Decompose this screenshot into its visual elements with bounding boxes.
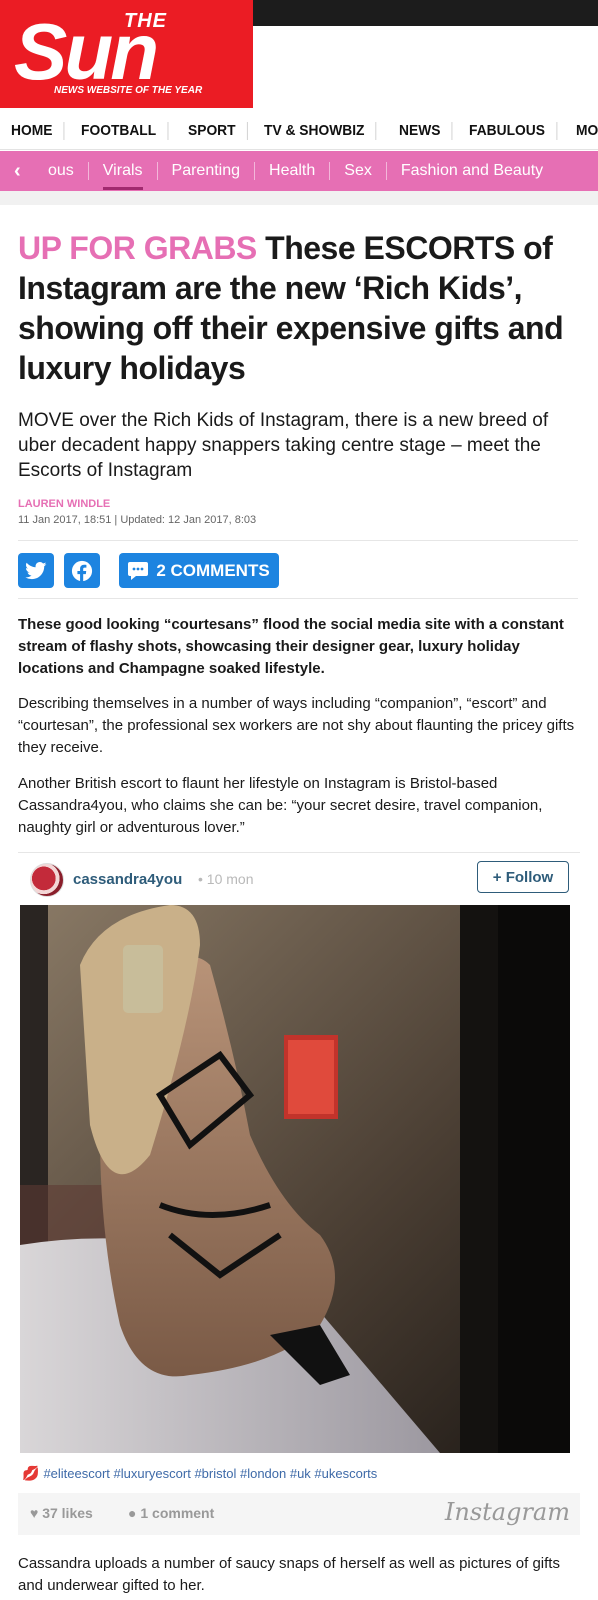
logo-the: THE — [124, 10, 167, 32]
subnav-item-sex[interactable]: Sex — [330, 162, 387, 180]
sun-logo[interactable]: Sun THE NEWS WEBSITE OF THE YEAR — [0, 0, 253, 108]
nav-item-sport[interactable]: SPORT — [177, 121, 248, 140]
article-paragraph: Describing themselves in a number of way… — [18, 695, 575, 756]
logo-tagline: NEWS WEBSITE OF THE YEAR — [54, 85, 203, 96]
instagram-hashtags[interactable]: 💋 #eliteescort #luxuryescort #bristol #l… — [22, 1465, 377, 1482]
chevron-left-icon[interactable]: ‹ — [0, 160, 34, 183]
instagram-username[interactable]: cassandra4you — [73, 871, 182, 888]
nav-item-football[interactable]: FOOTBALL — [70, 121, 169, 140]
photo-image — [20, 905, 570, 1453]
instagram-photo[interactable] — [20, 905, 570, 1453]
heart-icon: ♥ — [30, 1505, 43, 1521]
follow-button[interactable]: + Follow — [477, 861, 569, 893]
likes-text: 37 likes — [42, 1505, 93, 1521]
publish-dates: 11 Jan 2017, 18:51 | Updated: 12 Jan 201… — [18, 514, 257, 526]
instagram-embed: cassandra4you • 10 mon + Follow 💋 #elite… — [18, 852, 580, 1542]
comments-text: 1 comment — [140, 1505, 215, 1521]
subnav-item-virals[interactable]: Virals — [89, 162, 158, 190]
comments-button-label: 2 COMMENTS — [156, 560, 270, 580]
article-headline: UP FOR GRABS These ESCORTS of Instagram … — [18, 228, 583, 388]
headline-kicker: UP FOR GRABS — [18, 230, 257, 266]
divider-line — [18, 540, 578, 541]
nav-item-home[interactable]: HOME — [0, 121, 65, 140]
hashtags-text: #eliteescort #luxuryescort #bristol #lon… — [43, 1466, 378, 1481]
subnav-item-parenting[interactable]: Parenting — [158, 162, 256, 180]
site-header: Sun THE NEWS WEBSITE OF THE YEAR — [0, 0, 598, 108]
sub-nav: ‹ ous Virals Parenting Health Sex Fashio… — [0, 151, 598, 191]
subnav-item-health[interactable]: Health — [255, 162, 331, 180]
nav-item-tv-showbiz[interactable]: TV & SHOWBIZ — [253, 121, 377, 140]
speech-bubble-icon: ● — [128, 1505, 141, 1521]
nav-item-fabulous[interactable]: FABULOUS — [458, 121, 557, 140]
subnav-item-fashion-beauty[interactable]: Fashion and Beauty — [387, 162, 557, 180]
divider-line — [18, 598, 578, 599]
article-paragraph: Another British escort to flaunt her lif… — [18, 775, 543, 836]
instagram-footer: ♥ 37 likes ● 1 comment Instagram — [18, 1493, 580, 1535]
article-standfirst: MOVE over the Rich Kids of Instagram, th… — [18, 410, 549, 481]
article-lead-paragraph: These good looking “courtesans” flood th… — [18, 616, 564, 677]
lips-icon: 💋 — [22, 1465, 40, 1481]
facebook-icon — [71, 560, 93, 582]
post-time: • 10 mon — [198, 871, 254, 887]
article-paragraph: Cassandra uploads a number of saucy snap… — [18, 1555, 560, 1594]
author-name[interactable]: LAUREN WINDLE — [18, 498, 110, 510]
comments-count[interactable]: ● 1 comment — [128, 1505, 214, 1521]
likes-count[interactable]: ♥ 37 likes — [30, 1505, 93, 1521]
instagram-logo[interactable]: Instagram — [445, 1498, 570, 1526]
twitter-icon — [25, 561, 47, 579]
comment-bubble-icon — [128, 561, 149, 580]
header-dark-strip — [253, 0, 598, 26]
facebook-share-button[interactable] — [64, 553, 100, 588]
nav-item-news[interactable]: NEWS — [388, 121, 452, 140]
avatar[interactable] — [30, 863, 64, 897]
nav-item-money[interactable]: MONEY — [565, 122, 598, 140]
comments-button[interactable]: 2 COMMENTS — [119, 553, 279, 588]
main-nav: HOME FOOTBALL SPORT TV & SHOWBIZ NEWS FA… — [0, 112, 598, 150]
subnav-item-previous[interactable]: ous — [34, 162, 89, 180]
section-divider — [0, 191, 598, 205]
twitter-share-button[interactable] — [18, 553, 54, 588]
